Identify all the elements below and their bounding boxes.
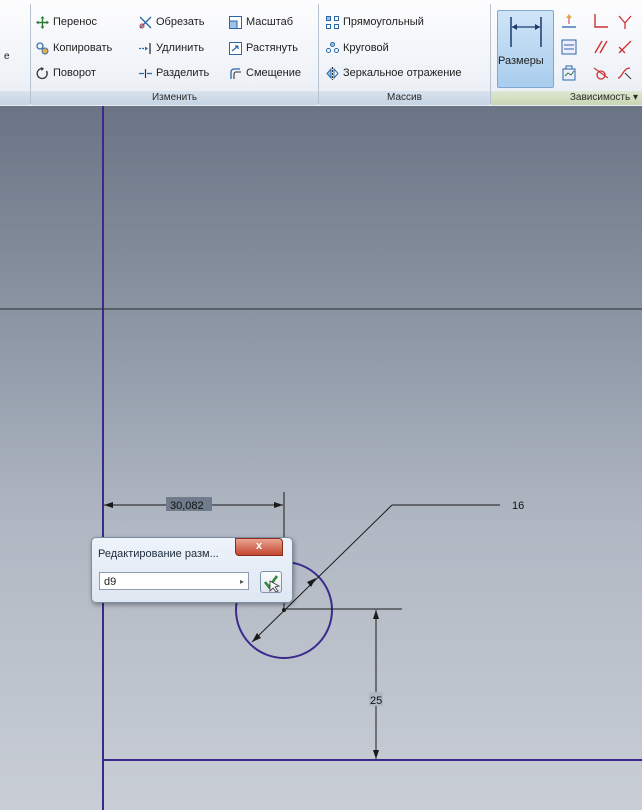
edit-dimension-dialog: x Редактирование разм... d9 ▸ xyxy=(91,537,293,603)
smooth-constraint-icon[interactable] xyxy=(616,64,634,82)
stretch-label: Растянуть xyxy=(246,42,298,54)
extend-button[interactable]: Удлинить xyxy=(139,39,204,57)
dialog-title: Редактирование разм... xyxy=(98,548,219,560)
modify-group-label: Изменить xyxy=(31,91,318,105)
close-icon: x xyxy=(255,540,263,552)
dimension-button[interactable]: Размеры xyxy=(497,10,554,88)
offset-label: Смещение xyxy=(246,67,302,79)
dimension-vertical[interactable]: 25 xyxy=(284,608,402,759)
coincident-constraint-icon[interactable] xyxy=(616,12,634,30)
mirror-icon xyxy=(326,66,339,80)
rotate-icon xyxy=(36,66,49,80)
checkmark-icon xyxy=(263,575,281,593)
rectangular-pattern-label: Прямоугольный xyxy=(343,16,424,28)
move-button[interactable]: Перенос xyxy=(36,13,97,31)
tangent-constraint-icon[interactable] xyxy=(592,64,610,82)
rectangular-pattern-icon xyxy=(326,15,339,29)
split-button[interactable]: Разделить xyxy=(139,64,209,82)
copy-button[interactable]: Копировать xyxy=(36,39,112,57)
auto-dimension-icon[interactable] xyxy=(560,12,578,30)
circular-pattern-button[interactable]: Круговой xyxy=(326,39,389,57)
dimension-label: Размеры xyxy=(498,55,544,67)
dimension-diameter-value: 16 xyxy=(512,500,524,512)
accept-button[interactable] xyxy=(260,571,282,593)
perpendicular-constraint-icon[interactable] xyxy=(592,12,610,30)
dimension-icon xyxy=(510,17,542,50)
scale-button[interactable]: Масштаб xyxy=(229,13,293,31)
copy-label: Копировать xyxy=(53,42,113,54)
split-label: Разделить xyxy=(156,67,210,79)
mirror-label: Зеркальное отражение xyxy=(343,67,462,79)
circular-pattern-label: Круговой xyxy=(343,42,389,54)
show-constraints-icon[interactable] xyxy=(560,38,578,56)
dimension-value-input[interactable]: d9 ▸ xyxy=(99,572,249,590)
close-button[interactable]: x xyxy=(235,538,283,556)
collinear-constraint-icon[interactable] xyxy=(616,38,634,56)
rotate-button[interactable]: Поворот xyxy=(36,64,96,82)
ribbon: е Перенос Копировать Поворот Обрезать Уд… xyxy=(0,0,642,107)
trim-label: Обрезать xyxy=(156,16,205,28)
scale-icon xyxy=(229,15,242,29)
ribbon-clipped-label: е xyxy=(4,51,10,62)
rotate-label: Поворот xyxy=(53,67,96,79)
ribbon-separator xyxy=(490,4,491,104)
extend-icon xyxy=(139,42,152,55)
ribbon-group-bar xyxy=(0,91,30,105)
trim-button[interactable]: Обрезать xyxy=(139,13,205,31)
circular-pattern-icon xyxy=(326,41,339,55)
rectangular-pattern-button[interactable]: Прямоугольный xyxy=(326,13,424,31)
scale-label: Масштаб xyxy=(246,16,294,28)
dimension-value-text: d9 xyxy=(104,576,117,588)
expand-arrow-icon[interactable]: ▸ xyxy=(240,573,244,591)
move-label: Перенос xyxy=(53,16,97,28)
constrain-group-label[interactable]: Зависимость ▾ xyxy=(491,91,642,105)
copy-icon xyxy=(36,41,49,55)
ribbon-separator xyxy=(30,4,31,104)
sketch-geometry: 30,082 16 25 xyxy=(0,106,642,810)
offset-button[interactable]: Смещение xyxy=(229,64,301,82)
pattern-group-label: Массив xyxy=(319,91,490,105)
stretch-button[interactable]: Растянуть xyxy=(229,39,298,57)
extend-label: Удлинить xyxy=(156,42,205,54)
ribbon-separator xyxy=(318,4,319,104)
dimension-vertical-value: 25 xyxy=(370,695,382,707)
dimension-horizontal-value: 30,082 xyxy=(170,500,204,512)
mirror-button[interactable]: Зеркальное отражение xyxy=(326,64,462,82)
parallel-constraint-icon[interactable] xyxy=(592,38,610,56)
split-icon xyxy=(139,67,152,80)
relax-mode-icon[interactable] xyxy=(560,64,578,82)
stretch-icon xyxy=(229,41,242,55)
move-icon xyxy=(36,15,49,29)
trim-icon xyxy=(139,16,152,29)
offset-icon xyxy=(229,67,242,80)
